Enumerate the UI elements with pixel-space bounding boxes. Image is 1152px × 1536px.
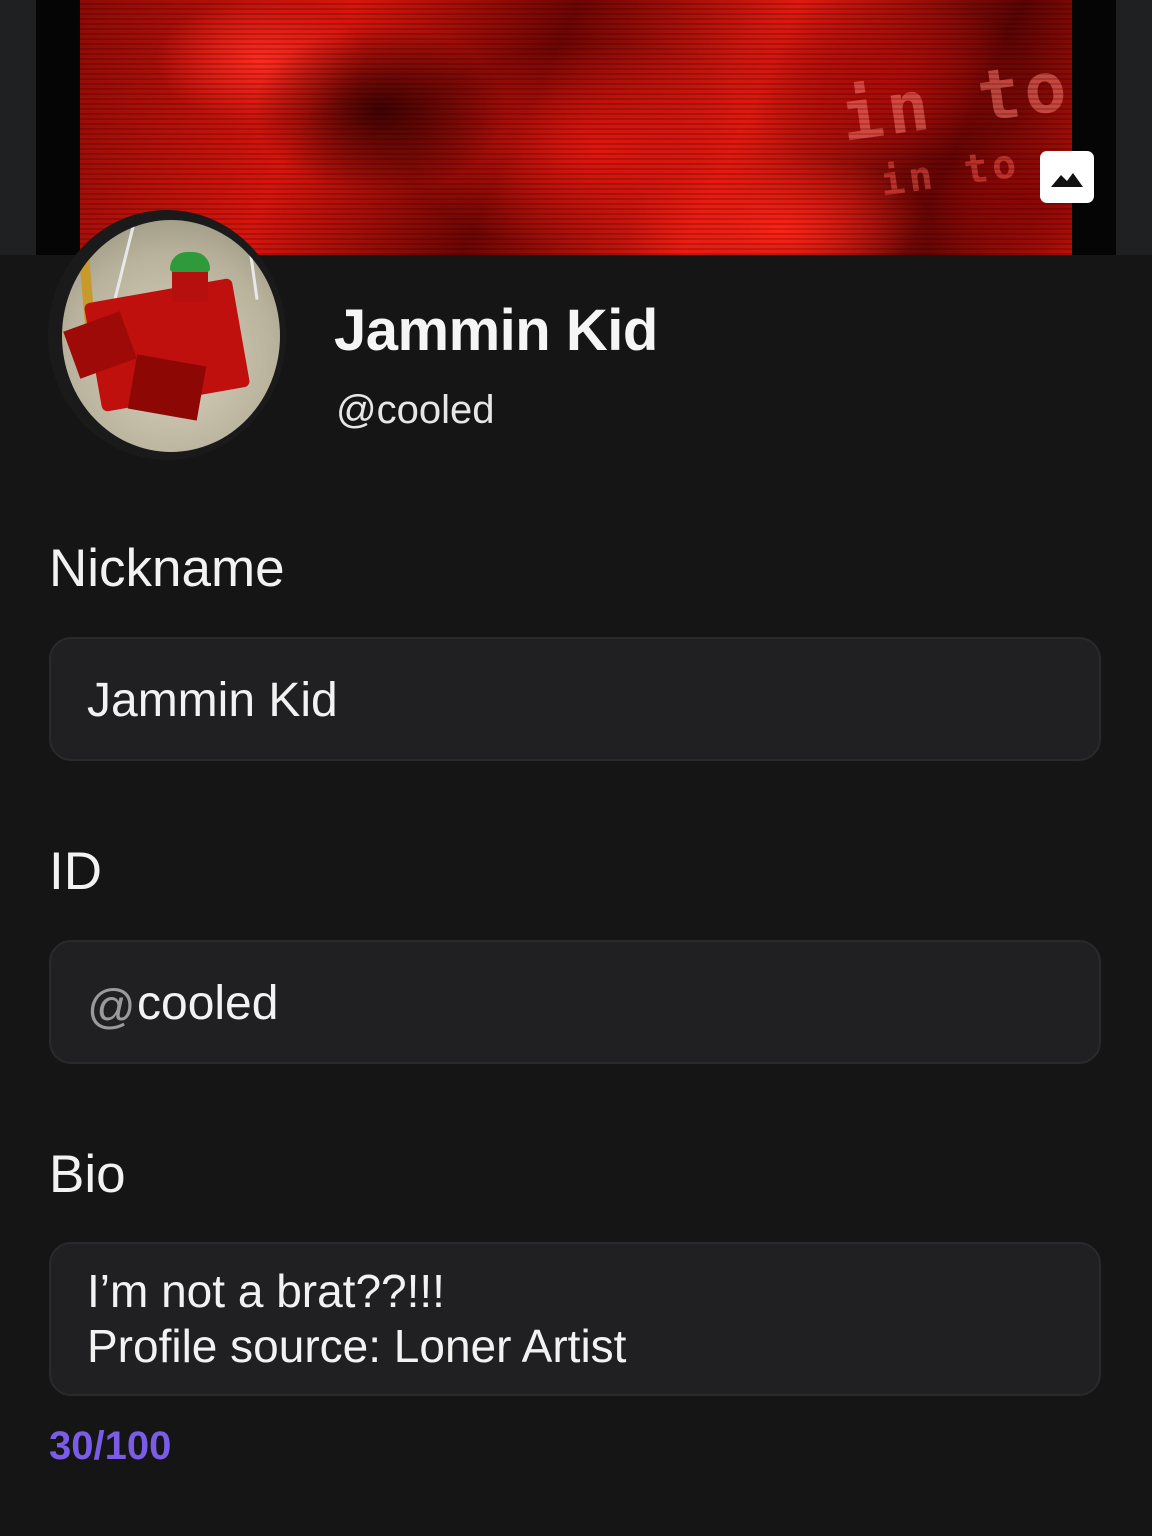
nickname-field[interactable]: Jammin Kid: [49, 637, 1101, 761]
banner-overlay-text: in to: [835, 44, 1076, 158]
avatar-image: [62, 220, 280, 452]
bio-line-2: Profile source: Loner Artist: [87, 1320, 627, 1372]
banner-artwork: in to in to: [80, 0, 1076, 255]
bio-value[interactable]: I’m not a brat??!!! Profile source: Lone…: [87, 1264, 626, 1374]
at-prefix: @: [87, 981, 136, 1034]
image-icon: [1051, 173, 1083, 187]
id-label: ID: [49, 842, 102, 901]
bio-line-1: I’m not a brat??!!!: [87, 1265, 445, 1317]
nickname-value[interactable]: Jammin Kid: [87, 673, 338, 728]
id-field[interactable]: @ cooled: [49, 940, 1101, 1064]
avatar[interactable]: [48, 210, 286, 460]
bio-character-counter: 30/100: [49, 1424, 172, 1468]
profile-handle: @cooled: [336, 388, 495, 432]
change-banner-button[interactable]: [1040, 151, 1094, 203]
bio-field[interactable]: I’m not a brat??!!! Profile source: Lone…: [49, 1242, 1101, 1396]
banner-overlay-text-secondary: in to: [877, 140, 1023, 206]
bio-label: Bio: [49, 1145, 126, 1204]
profile-display-name: Jammin Kid: [334, 298, 658, 363]
nickname-label: Nickname: [49, 539, 285, 598]
profile-edit-screen: in to in to Jammin Kid @cooled Nickname …: [0, 0, 1152, 1536]
id-value[interactable]: cooled: [137, 976, 278, 1031]
